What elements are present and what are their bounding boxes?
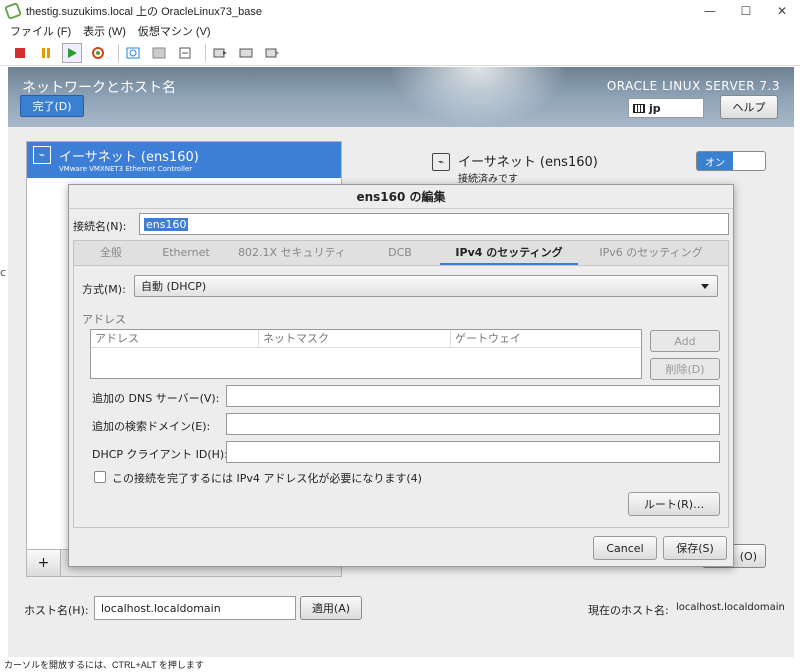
menu-bar: ファイル (F) 表示 (W) 仮想マシン (V) [0, 22, 800, 40]
send-keys-icon[interactable] [262, 43, 282, 63]
address-table[interactable]: アドレス ネットマスク ゲートウェイ [90, 329, 642, 379]
device-controller: VMware VMXNET3 Ethernet Controller [59, 165, 193, 173]
revert-icon[interactable] [175, 43, 195, 63]
connection-name-label: 接続名(N): [73, 220, 127, 233]
method-dropdown[interactable]: 自動 (DHCP) [134, 275, 718, 297]
console-icon[interactable] [210, 43, 230, 63]
cancel-button[interactable]: Cancel [593, 536, 657, 560]
connection-name-value: ens160 [144, 217, 189, 231]
save-button[interactable]: 保存(S) [663, 536, 727, 560]
hostname-label: ホスト名(H): [24, 604, 89, 617]
status-bar: カーソルを開放するには、CTRL+ALT を押します [0, 658, 800, 672]
hostname-input[interactable]: localhost.localdomain [94, 596, 296, 620]
refresh-icon[interactable] [88, 43, 108, 63]
column-netmask: ネットマスク [259, 330, 451, 347]
installer-header: ネットワークとホスト名 完了(D) ORACLE LINUX SERVER 7.… [8, 67, 794, 127]
method-label: 方式(M): [82, 283, 126, 296]
keyboard-layout-indicator[interactable]: jp [628, 98, 704, 118]
require-ipv4-label: この接続を完了するには IPv4 アドレス化が必要になります(4) [112, 472, 422, 485]
keyboard-icon [633, 103, 645, 113]
toolbar-separator [205, 43, 206, 62]
address-section-label: アドレス [82, 313, 126, 326]
connection-detail-name: イーサネット (ens160) [458, 155, 598, 170]
tab-ipv6-settings[interactable]: IPv6 のセッティング [578, 241, 724, 265]
menu-vm[interactable]: 仮想マシン (V) [138, 23, 211, 39]
menu-view[interactable]: 表示 (W) [83, 23, 126, 39]
device-name: イーサネット (ens160) [59, 150, 199, 165]
apply-hostname-button[interactable]: 適用(A) [300, 596, 362, 620]
help-button[interactable]: ヘルプ [720, 95, 778, 119]
toolbar [0, 40, 800, 66]
column-gateway: ゲートウェイ [455, 332, 521, 345]
tab-general[interactable]: 全般 [74, 241, 148, 265]
toolbar-separator [118, 43, 119, 62]
keyboard-layout-label: jp [649, 101, 661, 115]
tab-ipv4-settings[interactable]: IPv4 のセッティング [440, 241, 578, 265]
column-address: アドレス [91, 330, 259, 347]
dhcp-client-id-label: DHCP クライアント ID(H): [92, 448, 228, 461]
network-icon: ⌁ [432, 153, 450, 171]
dhcp-client-id-input[interactable] [226, 441, 720, 463]
vmware-app-icon [4, 2, 22, 20]
tab-ethernet[interactable]: Ethernet [148, 241, 224, 265]
connection-toggle[interactable]: オン [696, 151, 766, 171]
settings-tabs: 全般 Ethernet 802.1X セキュリティ DCB IPv4 のセッティ… [73, 240, 729, 266]
connection-status: 接続済みです [458, 174, 518, 185]
ipv4-settings-panel: 方式(M): 自動 (DHCP) アドレス アドレス ネットマスク ゲートウェイ… [73, 266, 729, 528]
dialog-title: ens160 の編集 [69, 185, 733, 209]
done-button[interactable]: 完了(D) [20, 95, 84, 117]
window-title: thestig.suzukims.local 上の OracleLinux73_… [26, 6, 263, 18]
window-controls: — ☐ ✕ [692, 0, 800, 22]
search-domains-label: 追加の検索ドメイン(E): [92, 420, 211, 433]
product-name: ORACLE LINUX SERVER 7.3 [606, 79, 780, 93]
fullscreen-icon[interactable] [236, 43, 256, 63]
page-title: ネットワークとホスト名 [22, 80, 176, 96]
require-ipv4-checkbox[interactable] [94, 471, 106, 483]
pause-icon[interactable] [36, 43, 56, 63]
dns-servers-input[interactable] [226, 385, 720, 407]
method-value: 自動 (DHCP) [141, 280, 207, 293]
current-hostname-value: localhost.localdomain [676, 602, 785, 613]
maximize-button[interactable]: ☐ [728, 0, 764, 22]
routes-button[interactable]: ルート(R)… [628, 492, 720, 516]
network-icon: ⌁ [33, 146, 51, 164]
edit-connection-dialog: ens160 の編集 接続名(N): ens160 全般 Ethernet 80… [68, 184, 734, 567]
add-device-button[interactable]: + [27, 550, 61, 576]
tab-8021x-security[interactable]: 802.1X セキュリティ [224, 241, 360, 265]
address-table-header: アドレス ネットマスク ゲートウェイ [91, 330, 641, 348]
search-domains-input[interactable] [226, 413, 720, 435]
device-row-ens160[interactable]: ⌁ イーサネット (ens160) VMware VMXNET3 Etherne… [27, 142, 341, 178]
toggle-on-label: オン [697, 152, 733, 170]
chevron-down-icon [701, 284, 709, 289]
window-titlebar: thestig.suzukims.local 上の OracleLinux73_… [0, 0, 800, 22]
connection-name-field[interactable]: ens160 [139, 213, 729, 235]
play-icon[interactable] [62, 42, 82, 63]
snapshot-manager-icon[interactable] [149, 43, 169, 63]
header-rays-decoration [388, 67, 568, 127]
delete-address-button[interactable]: 削除(D) [650, 358, 720, 380]
tab-dcb[interactable]: DCB [360, 241, 440, 265]
menu-file[interactable]: ファイル (F) [10, 23, 71, 39]
add-address-button[interactable]: Add [650, 330, 720, 352]
minimize-button[interactable]: — [692, 0, 728, 22]
snapshot-icon[interactable] [123, 43, 143, 63]
close-button[interactable]: ✕ [764, 0, 800, 22]
dns-servers-label: 追加の DNS サーバー(V): [92, 392, 220, 405]
stop-icon[interactable] [10, 43, 30, 63]
left-edge-fragment: c [0, 266, 7, 279]
current-hostname-label: 現在のホスト名: [588, 604, 669, 617]
